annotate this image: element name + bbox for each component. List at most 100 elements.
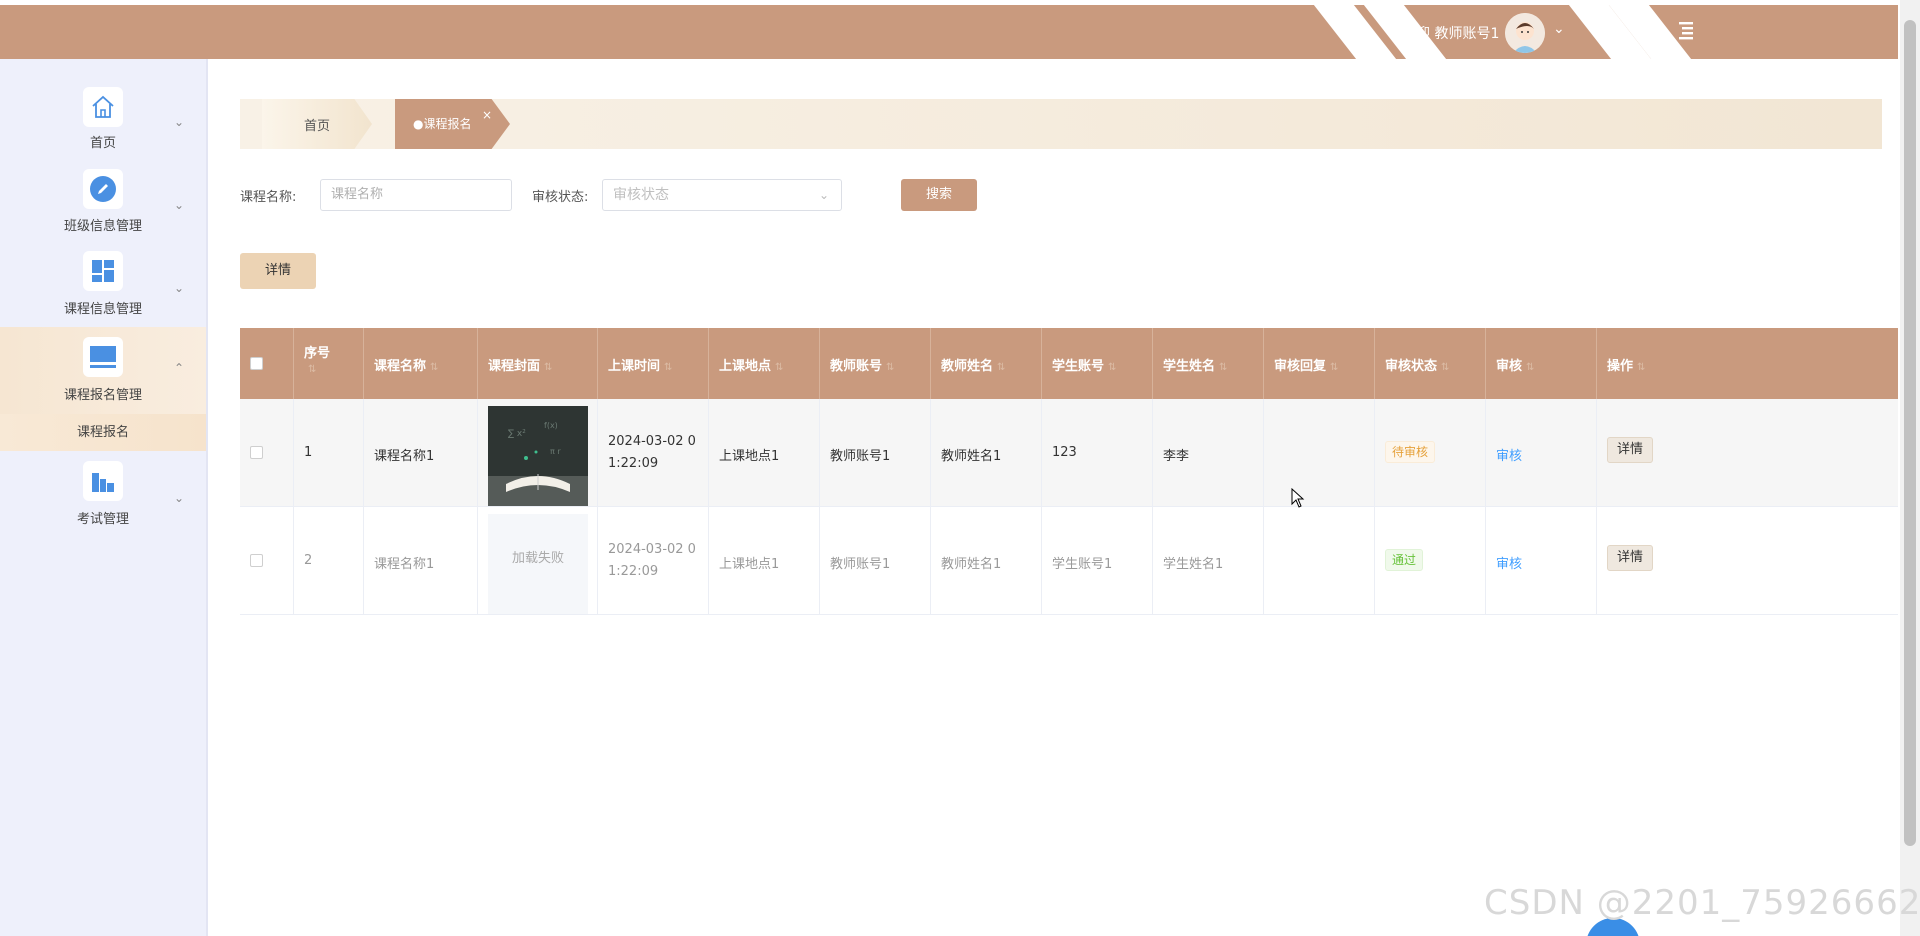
sort-icon[interactable]: ⇅ [1330, 362, 1338, 373]
chevron-up-icon: ⌃ [174, 361, 185, 375]
col-header-index[interactable]: 序号 ⇅ [294, 328, 364, 399]
col-header-label: 学生姓名 [1163, 359, 1216, 374]
cell-student-name: 李李 [1163, 449, 1190, 464]
sort-icon[interactable]: ⇅ [1637, 362, 1645, 373]
status-label: 审核状态: [532, 190, 589, 205]
cell-teacher-account: 教师账号1 [830, 557, 891, 572]
cell-place: 上课地点1 [719, 557, 780, 572]
cell-student-account: 学生账号1 [1052, 557, 1113, 572]
monitor-icon [83, 337, 123, 377]
chevron-down-icon: ⌄ [174, 281, 185, 295]
svg-text:π r: π r [550, 447, 561, 456]
table-row[interactable]: 2 课程名称1 加载失败 2024-03-02 0 1:22:09 上课地点1 教… [240, 507, 1898, 615]
mouse-cursor-icon [1291, 488, 1305, 508]
col-header-label: 审核回复 [1274, 359, 1327, 374]
cell-teacher-name: 教师姓名1 [941, 449, 1002, 464]
sort-icon[interactable]: ⇅ [544, 362, 552, 373]
col-header-label: 学生账号 [1052, 359, 1105, 374]
review-link[interactable]: 审核 [1496, 553, 1522, 572]
col-header-label: 审核状态 [1385, 359, 1438, 374]
cell-teacher-account: 教师账号1 [830, 449, 891, 464]
col-header-label: 上课地点 [719, 359, 772, 374]
sidebar-item-course-info[interactable]: 课程信息管理 ⌄ [0, 237, 206, 319]
close-icon[interactable]: × [482, 108, 492, 122]
chevron-down-icon: ⌄ [174, 198, 185, 212]
col-header-time[interactable]: 上课时间 ⇅ [598, 328, 709, 399]
sidebar-item-class-info[interactable]: 班级信息管理 ⌄ [0, 153, 206, 237]
cell-student-account: 123 [1052, 445, 1077, 460]
sidebar-item-enrollment[interactable]: 课程报名管理 ⌃ [0, 327, 206, 414]
row-checkbox[interactable] [250, 554, 263, 567]
sort-icon[interactable]: ⇅ [308, 364, 316, 375]
home-icon [83, 87, 123, 127]
sidebar-item-exam[interactable]: 考试管理 ⌄ [0, 451, 206, 531]
col-header-actions[interactable]: 操作 ⇅ [1597, 328, 1898, 399]
cell-time-line: 1:22:09 [608, 564, 659, 579]
select-all-cell [240, 328, 294, 399]
sort-icon[interactable]: ⇅ [886, 362, 894, 373]
sort-icon[interactable]: ⇅ [997, 362, 1005, 373]
sort-icon[interactable]: ⇅ [430, 362, 438, 373]
search-button[interactable]: 搜索 [901, 179, 977, 211]
status-select-placeholder: 审核状态 [613, 187, 669, 203]
watermark: CSDN @2201_75926662 [1484, 883, 1920, 923]
sort-icon[interactable]: ⇅ [775, 362, 783, 373]
course-cover-image[interactable]: 加载失败 [488, 514, 588, 614]
sort-icon[interactable]: ⇅ [1441, 362, 1449, 373]
sidebar-item-label: 课程信息管理 [63, 302, 142, 317]
course-cover-image[interactable]: ∑ x² f(x) π r [488, 406, 588, 506]
col-header-review[interactable]: 审核 ⇅ [1486, 328, 1597, 399]
main-content: 首页 ●课程报名 × 课程名称: 课程名称 审核状态: 审核状态 ⌄ 搜索 详情… [210, 59, 1898, 936]
col-header-student-account[interactable]: 学生账号 ⇅ [1042, 328, 1153, 399]
svg-text:∑ x²: ∑ x² [508, 429, 526, 439]
col-header-label: 课程封面 [488, 359, 541, 374]
col-header-cover[interactable]: 课程封面 ⇅ [478, 328, 598, 399]
cell-student-name: 学生姓名1 [1163, 557, 1224, 572]
building-icon [83, 461, 123, 501]
tab-enrollment[interactable]: ●课程报名 × [395, 99, 510, 149]
col-header-reply[interactable]: 审核回复 ⇅ [1264, 328, 1375, 399]
avatar-icon [1505, 13, 1545, 53]
sidebar-item-label: 班级信息管理 [63, 219, 142, 234]
col-header-status[interactable]: 审核状态 ⇅ [1375, 328, 1486, 399]
sidebar-item-label: 首页 [89, 136, 116, 151]
menu-toggle-icon[interactable] [1676, 19, 1696, 41]
cell-teacher-name: 教师姓名1 [941, 557, 1002, 572]
col-header-course[interactable]: 课程名称 ⇅ [364, 328, 478, 399]
tab-home[interactable]: 首页 [262, 99, 372, 149]
chevron-down-icon: ⌄ [174, 115, 185, 129]
col-header-teacher-account[interactable]: 教师账号 ⇅ [820, 328, 931, 399]
col-header-place[interactable]: 上课地点 ⇅ [709, 328, 820, 399]
course-name-input[interactable]: 课程名称 [320, 179, 512, 211]
sort-icon[interactable]: ⇅ [1219, 362, 1227, 373]
search-form: 课程名称: 课程名称 审核状态: 审核状态 ⌄ 搜索 [240, 179, 1240, 211]
pencil-icon [83, 169, 123, 209]
user-dropdown-chevron-icon[interactable]: ⌄ [1553, 21, 1565, 37]
chevron-down-icon: ⌄ [818, 188, 829, 202]
status-select[interactable]: 审核状态 ⌄ [602, 179, 842, 211]
detail-button[interactable]: 详情 [240, 253, 316, 289]
sidebar-subitem-enrollment[interactable]: 课程报名 [0, 414, 206, 451]
col-header-student-name[interactable]: 学生姓名 ⇅ [1153, 328, 1264, 399]
row-detail-button[interactable]: 详情 [1607, 545, 1654, 571]
select-all-checkbox[interactable] [250, 357, 263, 370]
col-header-teacher-name[interactable]: 教师姓名 ⇅ [931, 328, 1042, 399]
cell-time-line: 2024-03-02 0 [608, 542, 696, 557]
grid-icon [83, 251, 123, 291]
table-row[interactable]: 1 课程名称1 ∑ x² f(x) π r 2024-03-02 0 1:22:… [240, 399, 1898, 507]
row-checkbox[interactable] [250, 446, 263, 459]
course-name-label: 课程名称: [240, 190, 297, 205]
review-link[interactable]: 审核 [1496, 445, 1522, 464]
col-header-label: 教师账号 [830, 359, 883, 374]
sort-icon[interactable]: ⇅ [1108, 362, 1116, 373]
sort-icon[interactable]: ⇅ [1526, 362, 1534, 373]
row-detail-button[interactable]: 详情 [1607, 437, 1654, 463]
sidebar-item-label: 课程报名管理 [63, 388, 142, 403]
sort-icon[interactable]: ⇅ [664, 362, 672, 373]
col-header-label: 序号 [304, 346, 331, 361]
sidebar-item-home[interactable]: 首页 ⌄ [0, 59, 206, 153]
cell-index: 2 [304, 553, 313, 568]
user-avatar[interactable] [1505, 13, 1545, 53]
scrollbar-thumb[interactable] [1904, 20, 1916, 846]
col-header-label: 课程名称 [374, 359, 427, 374]
